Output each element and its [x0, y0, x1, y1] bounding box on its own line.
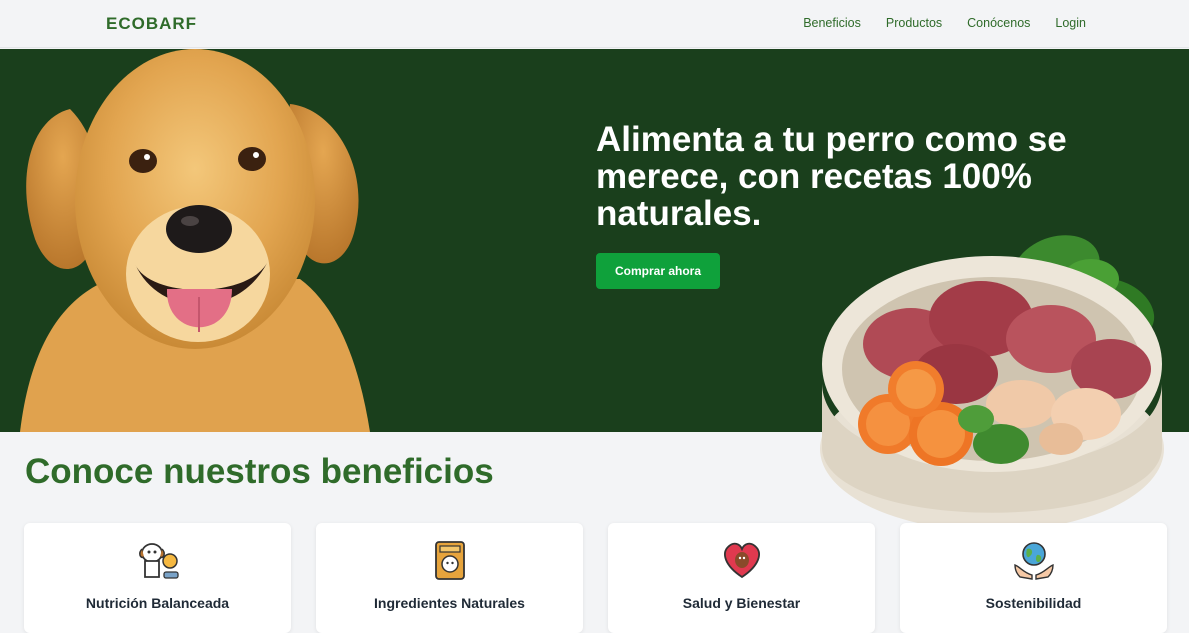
food-bowl-image [816, 234, 1168, 536]
benefit-title: Ingredientes Naturales [374, 595, 525, 611]
dog-bone-icon [136, 539, 180, 581]
nav-link-login[interactable]: Login [1055, 16, 1086, 30]
benefit-title: Salud y Bienestar [682, 595, 801, 611]
benefit-card-salud: Salud y Bienestar [608, 523, 875, 633]
nav-link-conocenos[interactable]: Conócenos [967, 16, 1030, 30]
brand-logo[interactable]: ECOBARF [106, 14, 197, 34]
benefit-title: Nutrición Balanceada [85, 595, 230, 611]
benefit-card-nutricion: Nutrición Balanceada [24, 523, 291, 633]
benefits-heading: Conoce nuestros beneficios [25, 452, 494, 491]
nav-link-productos[interactable]: Productos [886, 16, 942, 30]
dog-image [0, 49, 380, 432]
benefit-card-sostenibilidad: Sostenibilidad [900, 523, 1167, 633]
food-bag-icon [428, 539, 472, 581]
heart-dog-icon [720, 539, 764, 581]
buy-now-button[interactable]: Comprar ahora [596, 253, 720, 289]
globe-hands-icon [1012, 539, 1056, 581]
benefit-card-ingredientes: Ingredientes Naturales [316, 523, 583, 633]
hero-title: Alimenta a tu perro como se merece, con … [596, 120, 1067, 233]
nav-links: Beneficios Productos Conócenos Login [803, 16, 1086, 30]
benefit-title: Sostenibilidad [985, 595, 1082, 611]
navbar: ECOBARF Beneficios Productos Conócenos L… [0, 0, 1189, 48]
nav-link-beneficios[interactable]: Beneficios [803, 16, 861, 30]
